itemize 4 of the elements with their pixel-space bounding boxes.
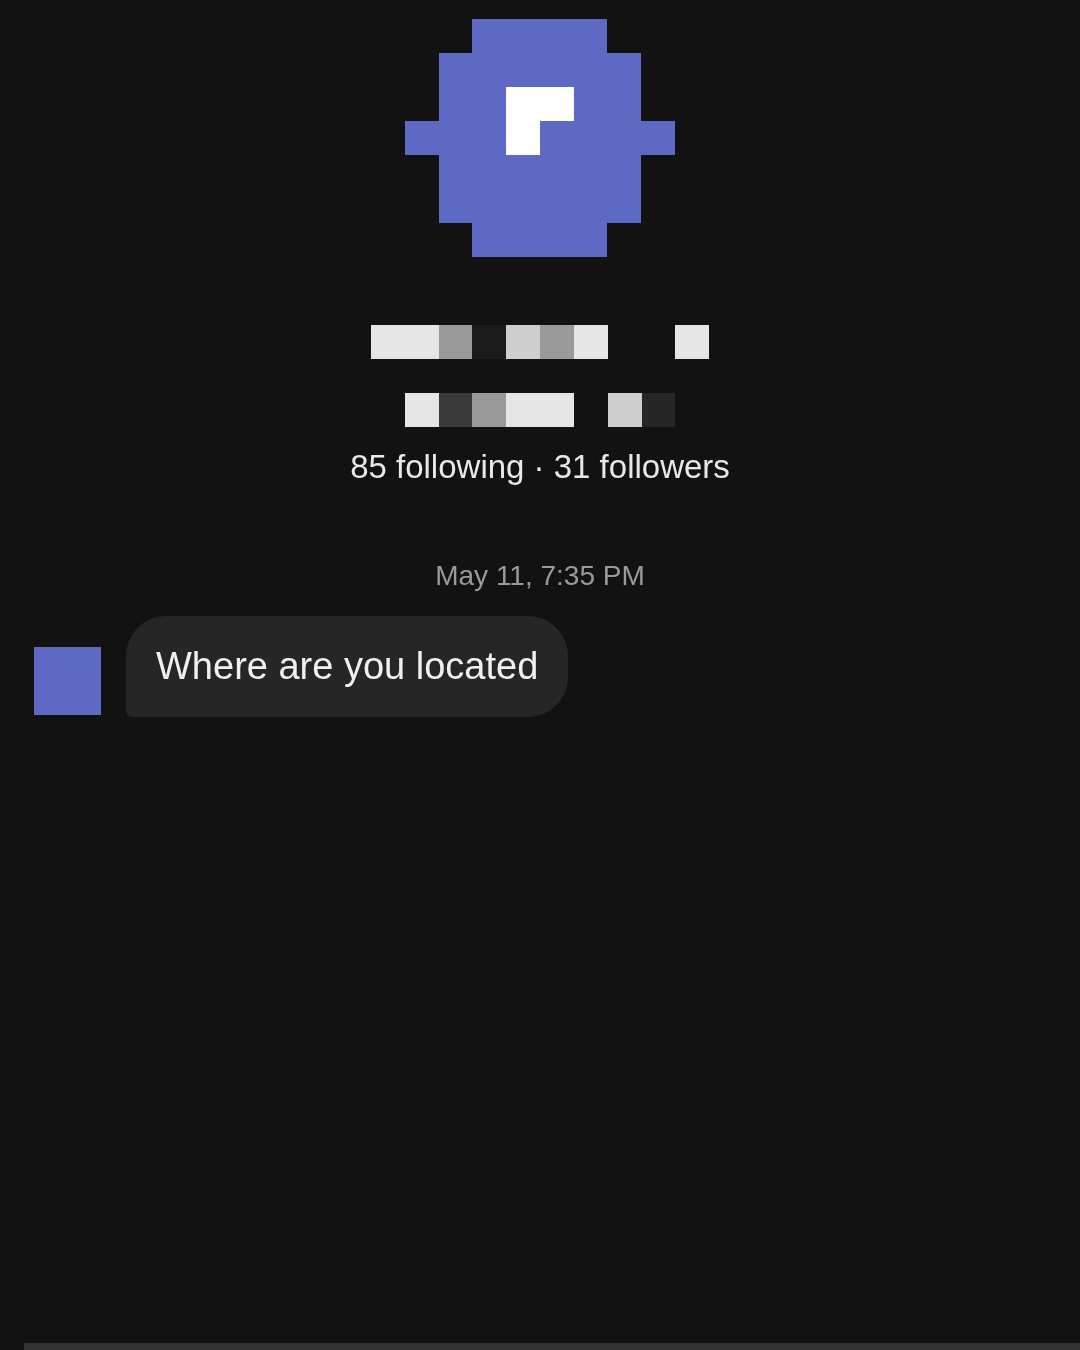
message-bubble: Where are you located	[126, 616, 569, 717]
follow-stats: 85 following · 31 followers	[350, 447, 730, 487]
sender-avatar	[34, 647, 101, 715]
message-timestamp: May 11, 7:35 PM	[435, 559, 645, 593]
